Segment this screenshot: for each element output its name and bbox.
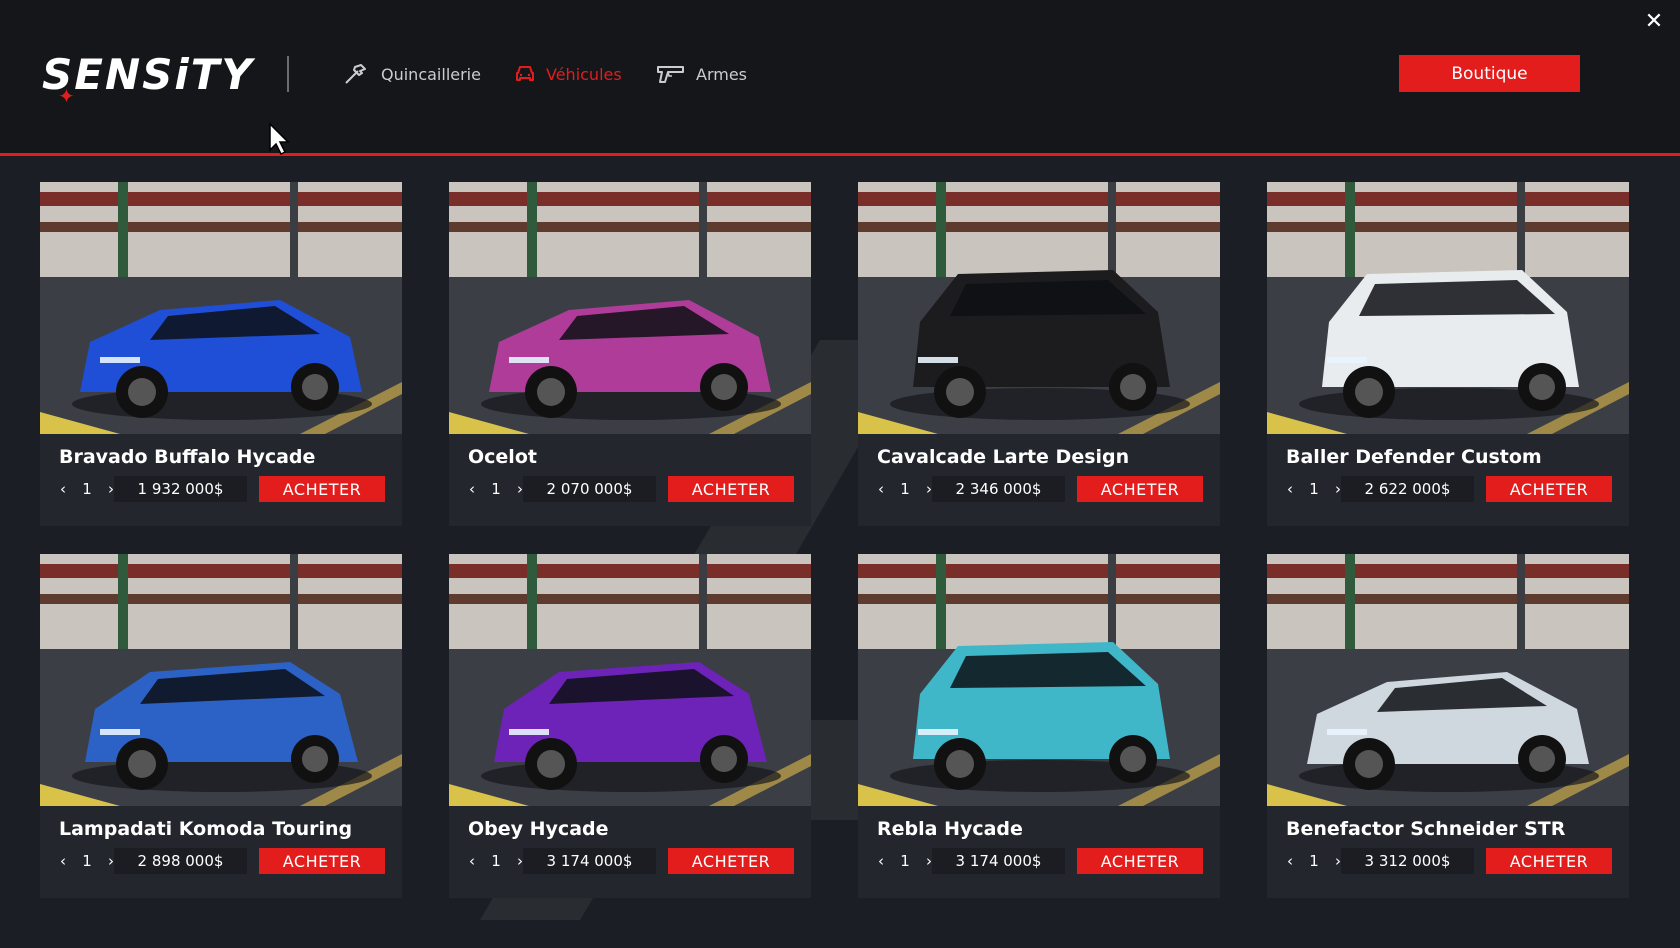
acheter-button[interactable]: ACHETER (1077, 476, 1203, 502)
vehicle-card: Baller Defender Custom ‹ 1 › 2 622 000$ … (1267, 182, 1629, 526)
nav-label: Véhicules (546, 64, 622, 84)
boutique-button[interactable]: Boutique (1399, 55, 1580, 92)
quantity-value: 1 (900, 480, 910, 498)
quantity-value: 1 (900, 852, 910, 870)
chevron-left-icon[interactable]: ‹ (874, 480, 888, 498)
nav-divider (287, 56, 289, 92)
vehicle-price: 3 312 000$ (1341, 848, 1474, 874)
vehicle-price: 3 174 000$ (932, 848, 1065, 874)
vehicle-name: Obey Hycade (468, 818, 609, 840)
acheter-button[interactable]: ACHETER (1077, 848, 1203, 874)
vehicle-card: Ocelot ‹ 1 › 2 070 000$ ACHETER (449, 182, 811, 526)
logo-star-icon: ✦ (58, 84, 75, 108)
vehicle-name: Benefactor Schneider STR (1286, 818, 1566, 840)
quantity-stepper: ‹ 1 › (874, 848, 936, 874)
vehicle-name: Cavalcade Larte Design (877, 446, 1130, 468)
vehicle-image[interactable] (858, 182, 1220, 434)
chevron-left-icon[interactable]: ‹ (874, 852, 888, 870)
vehicle-card: Bravado Buffalo Hycade ‹ 1 › 1 932 000$ … (40, 182, 402, 526)
nav-item-vehicules[interactable]: Véhicules (514, 62, 622, 86)
hammer-icon (343, 63, 371, 85)
acheter-button[interactable]: ACHETER (668, 848, 794, 874)
vehicle-image[interactable] (1267, 554, 1629, 806)
vehicle-name: Ocelot (468, 446, 537, 468)
quantity-value: 1 (491, 480, 501, 498)
quantity-stepper: ‹ 1 › (1283, 476, 1345, 502)
acheter-button[interactable]: ACHETER (668, 476, 794, 502)
vehicle-price: 2 622 000$ (1341, 476, 1474, 502)
chevron-left-icon[interactable]: ‹ (465, 852, 479, 870)
nav-item-quincaillerie[interactable]: Quincaillerie (343, 62, 481, 86)
vehicle-card: Lampadati Komoda Touring ‹ 1 › 2 898 000… (40, 554, 402, 898)
quantity-stepper: ‹ 1 › (874, 476, 936, 502)
vehicle-image[interactable] (40, 182, 402, 434)
vehicle-price: 2 070 000$ (523, 476, 656, 502)
vehicle-image[interactable] (449, 182, 811, 434)
vehicle-card: Obey Hycade ‹ 1 › 3 174 000$ ACHETER (449, 554, 811, 898)
quantity-stepper: ‹ 1 › (56, 848, 118, 874)
close-icon[interactable]: ✕ (1642, 10, 1666, 34)
car-icon (514, 64, 536, 84)
mouse-cursor-icon (269, 122, 290, 156)
vehicle-price: 2 898 000$ (114, 848, 247, 874)
quantity-value: 1 (1309, 852, 1319, 870)
chevron-left-icon[interactable]: ‹ (56, 852, 70, 870)
vehicle-card: Rebla Hycade ‹ 1 › 3 174 000$ ACHETER (858, 554, 1220, 898)
quantity-value: 1 (1309, 480, 1319, 498)
quantity-value: 1 (491, 852, 501, 870)
vehicle-name: Lampadati Komoda Touring (59, 818, 353, 840)
nav-label: Armes (696, 64, 748, 84)
gun-icon (656, 63, 686, 85)
nav-label: Quincaillerie (381, 64, 481, 84)
vehicle-name: Bravado Buffalo Hycade (59, 446, 316, 468)
quantity-stepper: ‹ 1 › (1283, 848, 1345, 874)
chevron-left-icon[interactable]: ‹ (465, 480, 479, 498)
acheter-button[interactable]: ACHETER (259, 476, 385, 502)
vehicle-name: Rebla Hycade (877, 818, 1023, 840)
vehicle-price: 3 174 000$ (523, 848, 656, 874)
quantity-value: 1 (82, 852, 92, 870)
vehicle-image[interactable] (40, 554, 402, 806)
vehicle-image[interactable] (858, 554, 1220, 806)
quantity-stepper: ‹ 1 › (465, 848, 527, 874)
vehicle-image[interactable] (1267, 182, 1629, 434)
acheter-button[interactable]: ACHETER (259, 848, 385, 874)
vehicle-price: 1 932 000$ (114, 476, 247, 502)
vehicle-grid: Bravado Buffalo Hycade ‹ 1 › 1 932 000$ … (40, 182, 1629, 898)
vehicle-price: 2 346 000$ (932, 476, 1065, 502)
vehicle-name: Baller Defender Custom (1286, 446, 1542, 468)
acheter-button[interactable]: ACHETER (1486, 476, 1612, 502)
chevron-left-icon[interactable]: ‹ (1283, 480, 1297, 498)
vehicle-card: Cavalcade Larte Design ‹ 1 › 2 346 000$ … (858, 182, 1220, 526)
quantity-stepper: ‹ 1 › (56, 476, 118, 502)
chevron-left-icon[interactable]: ‹ (56, 480, 70, 498)
vehicle-image[interactable] (449, 554, 811, 806)
quantity-stepper: ‹ 1 › (465, 476, 527, 502)
top-bar: SENSiTY ✦ Quincaillerie Véhicules Armes … (0, 0, 1680, 156)
acheter-button[interactable]: ACHETER (1486, 848, 1612, 874)
quantity-value: 1 (82, 480, 92, 498)
nav-item-armes[interactable]: Armes (656, 62, 747, 86)
chevron-left-icon[interactable]: ‹ (1283, 852, 1297, 870)
vehicle-card: Benefactor Schneider STR ‹ 1 › 3 312 000… (1267, 554, 1629, 898)
